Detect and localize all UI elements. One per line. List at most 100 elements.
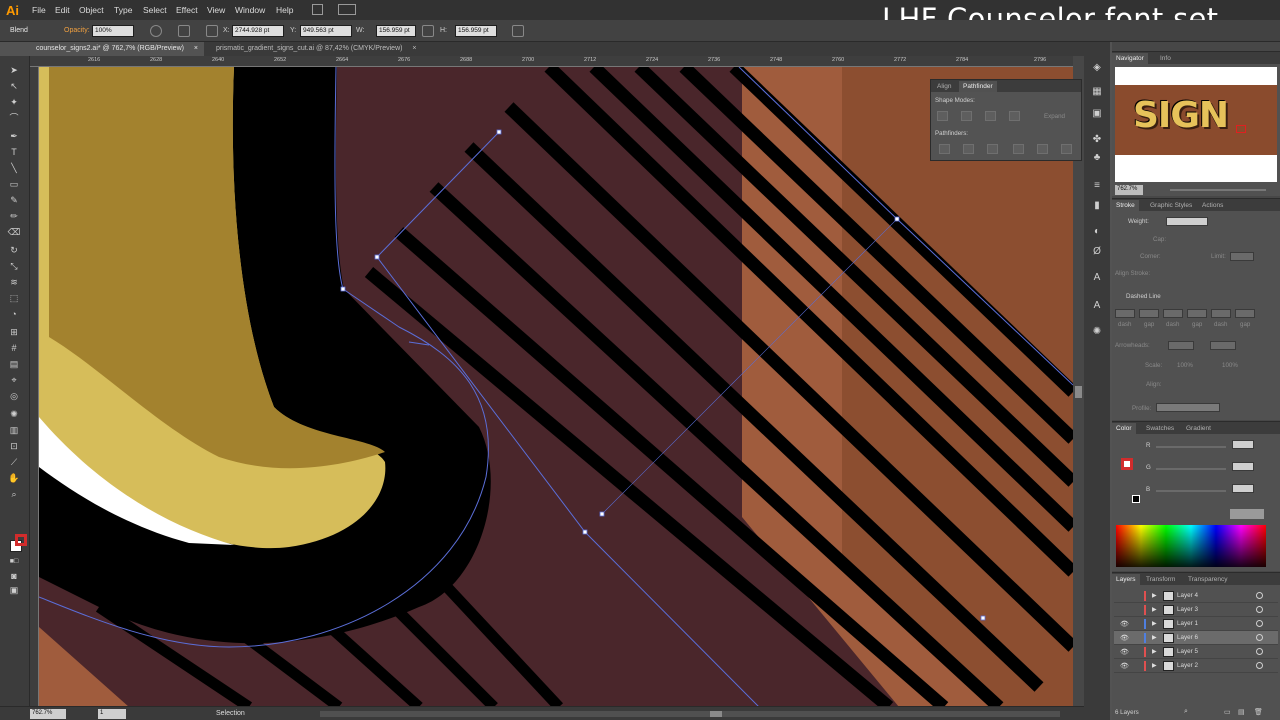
dash-field-2[interactable] (1163, 309, 1183, 318)
y-field[interactable]: 949.563 pt (300, 25, 352, 37)
pen-tool-icon[interactable]: ✒ (7, 130, 21, 142)
tab-navigator[interactable]: Navigator (1112, 53, 1148, 64)
character-icon[interactable]: A (1091, 272, 1103, 284)
tab-info[interactable]: Info (1156, 53, 1175, 64)
gap-field-3[interactable] (1235, 309, 1255, 318)
delete-layer-icon[interactable]: 🗑 (1254, 708, 1263, 716)
align-icon[interactable] (178, 25, 190, 37)
navigator-zoom-field[interactable]: 762.7% (1115, 185, 1143, 195)
expand-arrow-icon[interactable]: ▶ (1152, 620, 1157, 627)
x-field[interactable]: 2744.928 pt (232, 25, 284, 37)
opacity-field[interactable]: 100% (92, 25, 134, 37)
new-sublayer-icon[interactable]: ▭ (1224, 708, 1231, 716)
width-tool-icon[interactable]: ≋ (7, 276, 21, 288)
dash-field-1[interactable] (1115, 309, 1135, 318)
zoom-field[interactable]: 762.7% (30, 709, 66, 719)
artboard-number-field[interactable]: 1 (98, 709, 126, 719)
navigator-zoom-slider[interactable] (1170, 189, 1266, 191)
symbols-icon[interactable]: ♣ (1091, 152, 1103, 164)
r-field[interactable] (1232, 440, 1254, 449)
stroke-icon[interactable]: ≡ (1091, 180, 1103, 192)
rotate-tool-icon[interactable]: ↻ (7, 244, 21, 256)
transparency-icon[interactable]: ◐ (1091, 226, 1103, 238)
arrowhead-end-select[interactable] (1210, 341, 1236, 350)
expand-arrow-icon[interactable]: ▶ (1152, 662, 1157, 669)
visibility-eye-icon[interactable]: 👁 (1120, 620, 1129, 628)
glyphs-icon[interactable]: Ø (1091, 246, 1103, 258)
exclude-icon[interactable] (1009, 111, 1020, 121)
eraser-tool-icon[interactable]: ⌫ (7, 226, 21, 238)
pencil-tool-icon[interactable]: ✏ (7, 210, 21, 222)
trim-icon[interactable] (963, 144, 974, 154)
arrange-documents-icon[interactable] (338, 4, 356, 15)
transform-options-icon[interactable] (512, 25, 524, 37)
target-circle-icon[interactable] (1256, 620, 1263, 627)
tab-close-icon[interactable]: × (412, 45, 416, 52)
visibility-eye-icon[interactable]: 👁 (1120, 634, 1129, 642)
layer-row[interactable]: 👁 ▶ Layer 2 (1114, 659, 1278, 673)
lasso-tool-icon[interactable]: ⌒ (7, 112, 21, 124)
tab-swatches[interactable]: Swatches (1142, 423, 1178, 434)
eyedropper-tool-icon[interactable]: ⌖ (7, 374, 21, 386)
color-mode-icon[interactable]: ■□ (7, 556, 21, 568)
screen-mode-icon[interactable]: ▣ (7, 584, 21, 596)
tab-counselor-signs[interactable]: counselor_signs2.ai* @ 762,7% (RGB/Previ… (30, 42, 204, 56)
w-field[interactable]: 156.959 pt (376, 25, 416, 37)
tab-actions[interactable]: Actions (1198, 200, 1227, 211)
minus-back-icon[interactable] (1061, 144, 1072, 154)
opacity-label[interactable]: Opacity: (64, 27, 90, 34)
merge-icon[interactable] (987, 144, 998, 154)
expand-arrow-icon[interactable]: ▶ (1152, 592, 1157, 599)
free-transform-tool-icon[interactable]: ⬚ (7, 292, 21, 304)
layer-row[interactable]: ▶ Layer 4 (1114, 589, 1278, 603)
menu-view[interactable]: View (207, 5, 225, 15)
bridge-icon[interactable] (312, 4, 323, 15)
shape-builder-tool-icon[interactable]: ◔ (7, 308, 21, 320)
target-circle-icon[interactable] (1256, 606, 1263, 613)
direct-selection-tool-icon[interactable]: ↖ (7, 80, 21, 92)
crop-icon[interactable] (1013, 144, 1024, 154)
gradient-tool-icon[interactable]: ▤ (7, 358, 21, 370)
visibility-eye-icon[interactable]: 👁 (1120, 648, 1129, 656)
menu-file[interactable]: File (32, 5, 46, 15)
dash-field-3[interactable] (1211, 309, 1231, 318)
tab-stroke[interactable]: Stroke (1112, 200, 1139, 211)
layer-row[interactable]: 👁 ▶ Layer 1 (1114, 617, 1278, 631)
arrowhead-start-select[interactable] (1168, 341, 1194, 350)
gap-field-1[interactable] (1139, 309, 1159, 318)
hex-field[interactable] (1230, 509, 1264, 519)
expand-arrow-icon[interactable]: ▶ (1152, 634, 1157, 641)
visibility-eye-icon[interactable]: 👁 (1120, 662, 1129, 670)
gap-field-2[interactable] (1187, 309, 1207, 318)
tab-graphic-styles[interactable]: Graphic Styles (1146, 200, 1196, 211)
color-spectrum[interactable] (1116, 525, 1266, 567)
horizontal-scrollbar[interactable] (320, 711, 1060, 717)
gradient-icon[interactable]: ▮ (1091, 200, 1103, 212)
tab-prismatic-gradient[interactable]: prismatic_gradient_signs_cut.ai @ 87,42%… (210, 42, 423, 56)
r-slider[interactable] (1156, 446, 1226, 448)
expand-arrow-icon[interactable]: ▶ (1152, 648, 1157, 655)
profile-select[interactable] (1156, 403, 1220, 412)
minus-front-icon[interactable] (961, 111, 972, 121)
intersect-icon[interactable] (985, 111, 996, 121)
hand-tool-icon[interactable]: ✋ (7, 472, 21, 484)
expand-arrow-icon[interactable]: ▶ (1152, 606, 1157, 613)
menu-type[interactable]: Type (114, 5, 132, 15)
menu-object[interactable]: Object (79, 5, 104, 15)
tab-align[interactable]: Align (933, 81, 955, 92)
divide-icon[interactable] (939, 144, 950, 154)
constrain-link-icon[interactable] (422, 25, 434, 37)
h-field[interactable]: 156.959 pt (455, 25, 497, 37)
scroll-thumb[interactable] (710, 711, 722, 717)
target-circle-icon[interactable] (1256, 648, 1263, 655)
artwork[interactable] (39, 67, 1073, 707)
transform-icon[interactable] (206, 25, 218, 37)
black-swatch[interactable] (1132, 495, 1140, 503)
color-stroke-swatch[interactable] (1121, 458, 1133, 470)
paintbrush-tool-icon[interactable]: ✎ (7, 194, 21, 206)
search-icon[interactable]: ⌕ (1184, 708, 1188, 716)
artboard-tool-icon[interactable]: ⊡ (7, 440, 21, 452)
b-field[interactable] (1232, 484, 1254, 493)
color-guide-icon[interactable]: ◈ (1091, 62, 1103, 74)
scale-tool-icon[interactable]: ⤡ (7, 260, 21, 272)
